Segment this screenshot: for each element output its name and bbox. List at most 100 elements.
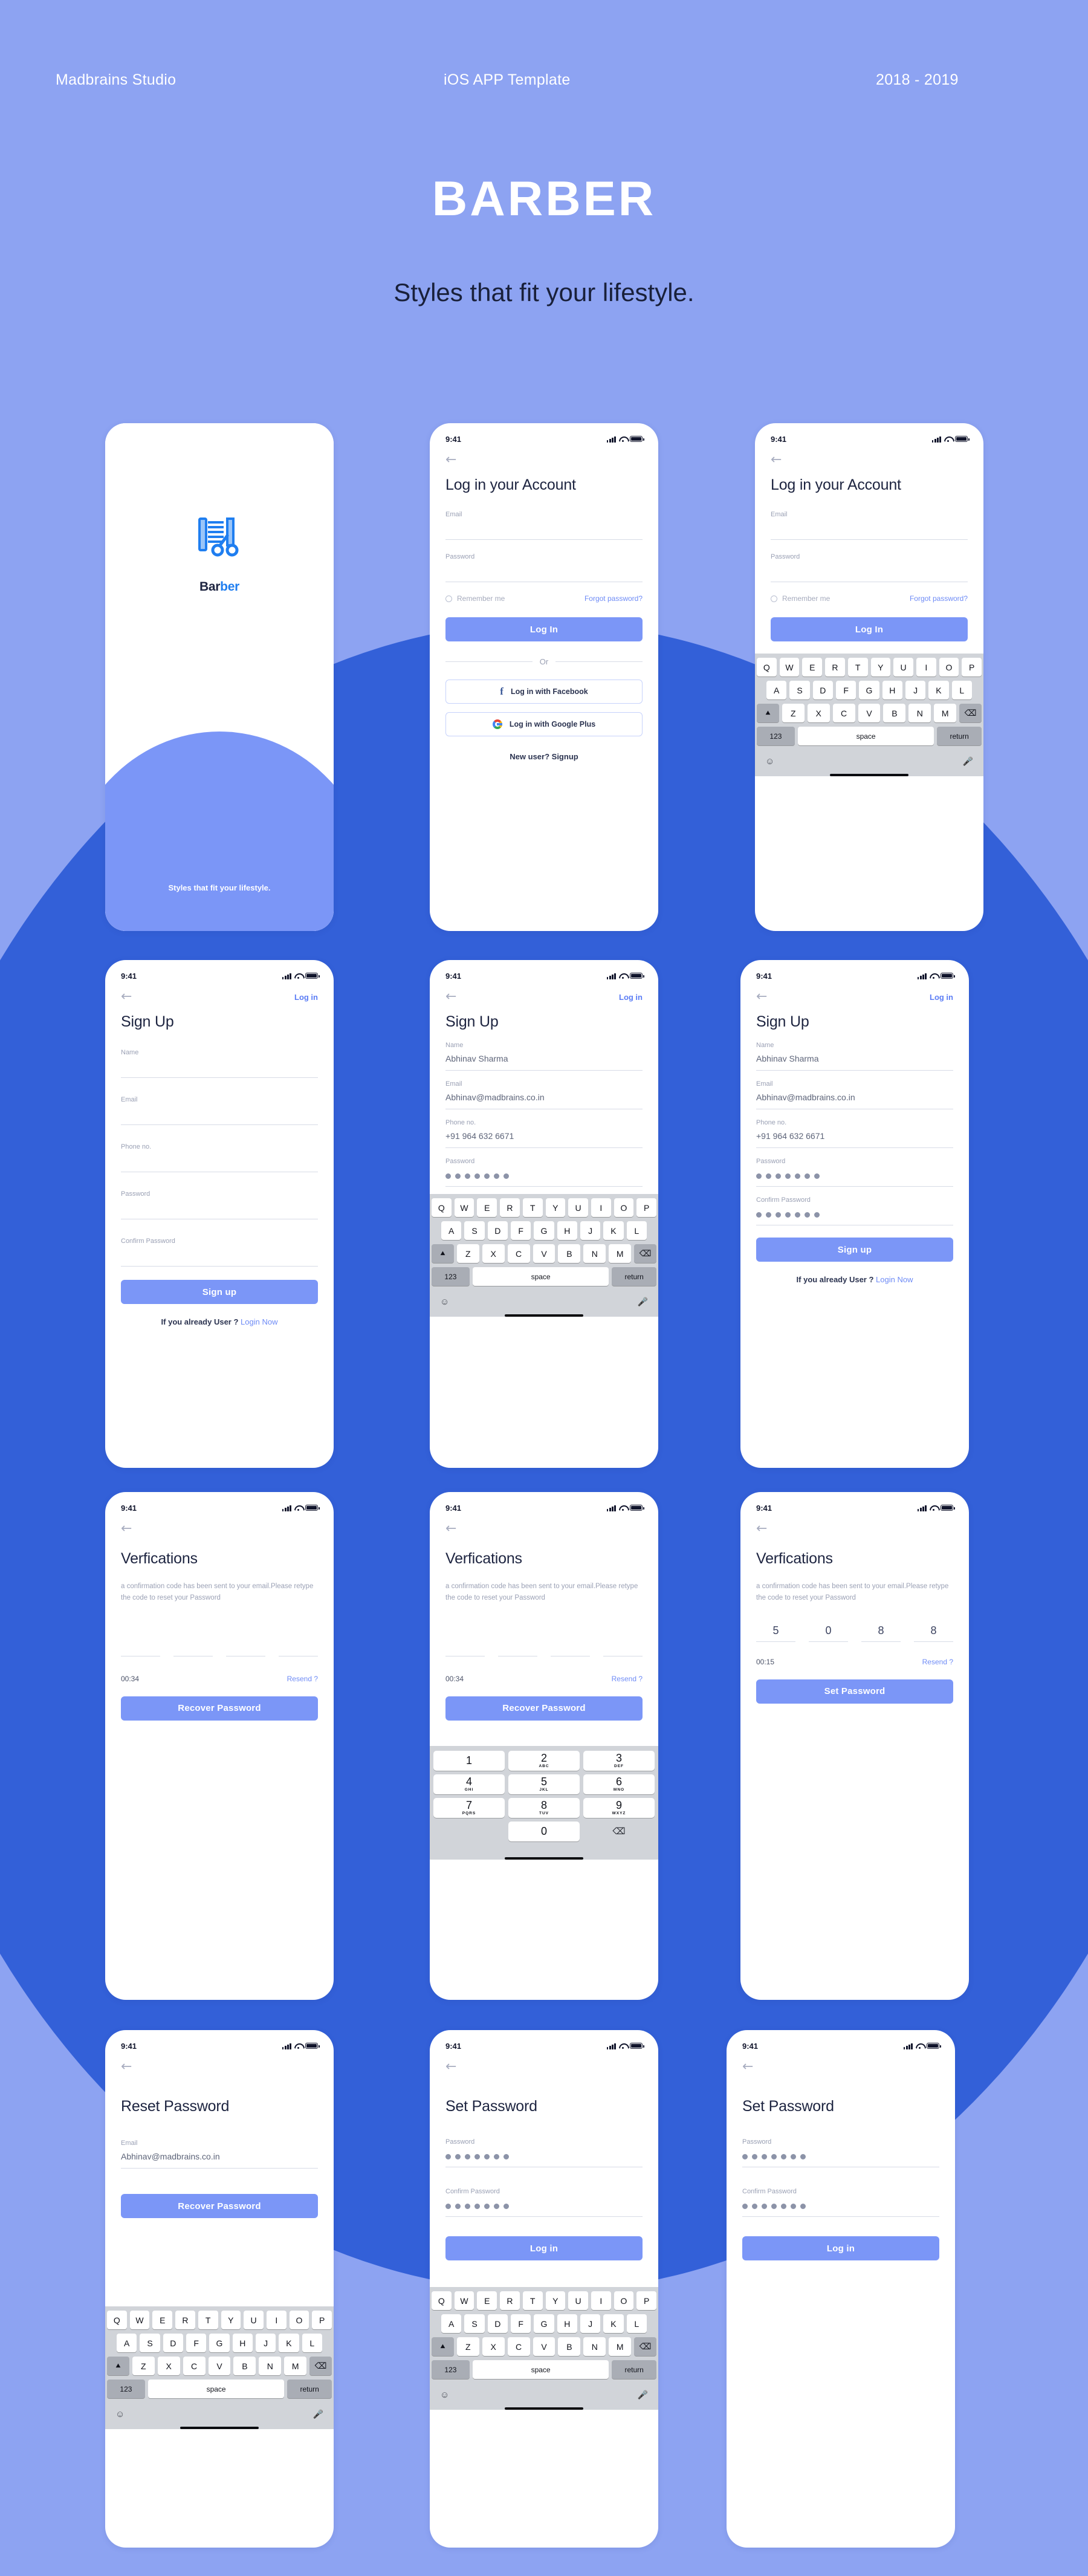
numpad-key-0[interactable]: 0 <box>508 1821 580 1841</box>
code-cell-1[interactable] <box>445 1639 485 1656</box>
key-v[interactable]: V <box>533 1244 555 1263</box>
numpad-key-2[interactable]: 2 ABC <box>508 1750 580 1771</box>
key-y[interactable]: Y <box>870 658 891 676</box>
email-field[interactable]: Email <box>121 1096 318 1125</box>
key-r[interactable]: R <box>825 658 845 676</box>
microphone-icon[interactable]: 🎤 <box>963 756 973 767</box>
key-q[interactable]: Q <box>106 2311 127 2329</box>
key-h[interactable]: H <box>882 681 902 699</box>
key-v[interactable]: V <box>533 2337 555 2356</box>
key-x[interactable]: X <box>807 704 830 722</box>
key-k[interactable]: K <box>603 1221 624 1240</box>
key-j[interactable]: J <box>580 2314 601 2333</box>
key-x[interactable]: X <box>482 1244 505 1263</box>
code-cell-4[interactable]: 8 <box>914 1624 953 1642</box>
login-button[interactable]: Log In <box>771 617 968 641</box>
emoji-icon[interactable]: ☺ <box>440 1297 449 1307</box>
key-o[interactable]: O <box>289 2311 309 2329</box>
key-t[interactable]: T <box>522 2291 543 2310</box>
key-e[interactable]: E <box>152 2311 173 2329</box>
back-arrow-icon[interactable]: ← <box>445 1522 456 1536</box>
key-p[interactable]: P <box>636 2291 657 2310</box>
code-cell-3[interactable]: 8 <box>861 1624 901 1642</box>
back-arrow-icon[interactable]: ← <box>771 453 782 467</box>
key-p[interactable]: P <box>636 1198 657 1217</box>
key-c[interactable]: C <box>507 1244 530 1263</box>
key-u[interactable]: U <box>568 1198 588 1217</box>
qwerty-keyboard[interactable]: Q W E R T Y U I O P A S D F G H J K L ⯅ … <box>430 1194 658 1317</box>
key-d[interactable]: D <box>487 1221 508 1240</box>
key-n[interactable]: N <box>583 1244 606 1263</box>
key-b[interactable]: B <box>883 704 906 722</box>
key-k[interactable]: K <box>279 2334 299 2352</box>
key-g[interactable]: G <box>534 2314 554 2333</box>
key-q[interactable]: Q <box>756 658 777 676</box>
return-key[interactable]: return <box>287 2380 332 2398</box>
key-e[interactable]: E <box>802 658 823 676</box>
delete-key-icon[interactable]: ⌫ <box>634 1244 657 1263</box>
phone-field[interactable]: Phone no. +91 964 632 6671 <box>445 1119 643 1148</box>
key-h[interactable]: H <box>557 2314 577 2333</box>
code-cell-3[interactable] <box>226 1639 265 1656</box>
microphone-icon[interactable]: 🎤 <box>313 2409 323 2419</box>
resend-link[interactable]: Resend ? <box>612 1675 643 1683</box>
key-a[interactable]: A <box>766 681 787 699</box>
set-password-button[interactable]: Set Password <box>756 1679 953 1704</box>
return-key[interactable]: return <box>937 727 982 745</box>
back-arrow-icon[interactable]: ← <box>121 2060 132 2074</box>
code-cell-2[interactable] <box>173 1639 213 1656</box>
back-arrow-icon[interactable]: ← <box>445 990 456 1004</box>
key-o[interactable]: O <box>614 1198 634 1217</box>
key-j[interactable]: J <box>255 2334 276 2352</box>
key-l[interactable]: L <box>302 2334 322 2352</box>
key-v[interactable]: V <box>208 2357 231 2375</box>
numpad-key-5[interactable]: 5 JKL <box>508 1774 580 1794</box>
key-w[interactable]: W <box>454 1198 474 1217</box>
emoji-icon[interactable]: ☺ <box>440 2390 449 2400</box>
login-button[interactable]: Log in <box>742 2236 939 2260</box>
recover-password-button[interactable]: Recover Password <box>445 1696 643 1721</box>
key-h[interactable]: H <box>557 1221 577 1240</box>
key-o[interactable]: O <box>614 2291 634 2310</box>
key-s[interactable]: S <box>789 681 810 699</box>
code-input-row[interactable]: 5 0 8 8 <box>756 1624 953 1642</box>
back-arrow-icon[interactable]: ← <box>445 2060 456 2074</box>
back-arrow-icon[interactable]: ← <box>445 453 456 467</box>
google-login-button[interactable]: Log in with Google Plus <box>445 712 643 736</box>
key-i[interactable]: I <box>591 1198 611 1217</box>
signup-link[interactable]: New user? Signup <box>445 752 643 761</box>
key-f[interactable]: F <box>186 2334 207 2352</box>
key-r[interactable]: R <box>500 2291 520 2310</box>
key-a[interactable]: A <box>441 2314 462 2333</box>
signup-button[interactable]: Sign up <box>121 1280 318 1304</box>
resend-link[interactable]: Resend ? <box>922 1658 953 1666</box>
key-c[interactable]: C <box>507 2337 530 2356</box>
space-key[interactable]: space <box>797 727 934 745</box>
numpad-key-7[interactable]: 7 PQRS <box>433 1797 505 1818</box>
numpad-key-6[interactable]: 6 MNO <box>583 1774 655 1794</box>
name-field[interactable]: Name Abhinav Sharma <box>445 1042 643 1071</box>
key-b[interactable]: B <box>558 1244 581 1263</box>
key-m[interactable]: M <box>284 2357 307 2375</box>
key-c[interactable]: C <box>183 2357 206 2375</box>
return-key[interactable]: return <box>612 1267 656 1286</box>
numbers-key[interactable]: 123 <box>757 727 795 745</box>
key-f[interactable]: F <box>511 1221 531 1240</box>
key-s[interactable]: S <box>464 2314 485 2333</box>
key-r[interactable]: R <box>500 1198 520 1217</box>
key-i[interactable]: I <box>266 2311 287 2329</box>
confirm-password-field[interactable]: Confirm Password <box>742 2188 939 2217</box>
key-n[interactable]: N <box>259 2357 282 2375</box>
password-field[interactable]: Password <box>742 2138 939 2167</box>
numpad-key-4[interactable]: 4 GHI <box>433 1774 505 1794</box>
space-key[interactable]: space <box>472 2360 609 2379</box>
password-field[interactable]: Password <box>445 1158 643 1187</box>
key-i[interactable]: I <box>591 2291 611 2310</box>
key-v[interactable]: V <box>858 704 881 722</box>
key-p[interactable]: P <box>962 658 982 676</box>
shift-key-icon[interactable]: ⯅ <box>757 704 779 722</box>
key-w[interactable]: W <box>454 2291 474 2310</box>
resend-link[interactable]: Resend ? <box>287 1675 318 1683</box>
numbers-key[interactable]: 123 <box>432 2360 470 2379</box>
numbers-key[interactable]: 123 <box>432 1267 470 1286</box>
